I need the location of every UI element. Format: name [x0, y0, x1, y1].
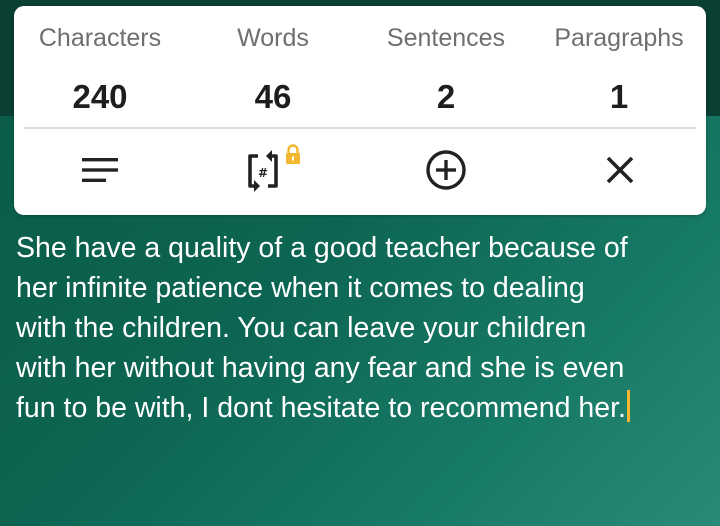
stat-value-sentences: 2 — [436, 78, 456, 115]
text-cursor — [626, 390, 630, 422]
close-icon — [606, 156, 634, 184]
editor-text-area[interactable]: She have a quality of a good teacher bec… — [16, 228, 706, 428]
add-button[interactable] — [420, 144, 472, 196]
stats-divider — [24, 127, 696, 129]
text-align-button[interactable] — [74, 144, 126, 196]
word-replace-button[interactable]: # — [241, 144, 311, 196]
lock-icon — [286, 144, 300, 164]
stat-label-characters: Characters — [38, 24, 162, 52]
editor-text: She have a quality of a good teacher bec… — [16, 232, 628, 424]
svg-text:#: # — [258, 166, 268, 180]
text-align-icon — [82, 158, 118, 182]
word-replace-locked-icon: # — [248, 144, 300, 192]
stat-label-sentences: Sentences — [386, 24, 506, 52]
stat-label-paragraphs: Paragraphs — [554, 24, 684, 52]
text-stats-panel: Characters 240 Words 46 Sentences 2 Para… — [14, 6, 706, 215]
stat-value-words: 46 — [254, 78, 292, 115]
stats-row: Characters 240 Words 46 Sentences 2 Para… — [14, 6, 706, 128]
close-button[interactable] — [594, 144, 646, 196]
stat-value-characters: 240 — [72, 78, 128, 115]
add-circle-icon — [426, 150, 466, 190]
stat-value-paragraphs: 1 — [609, 78, 629, 115]
stat-label-words: Words — [237, 24, 309, 52]
